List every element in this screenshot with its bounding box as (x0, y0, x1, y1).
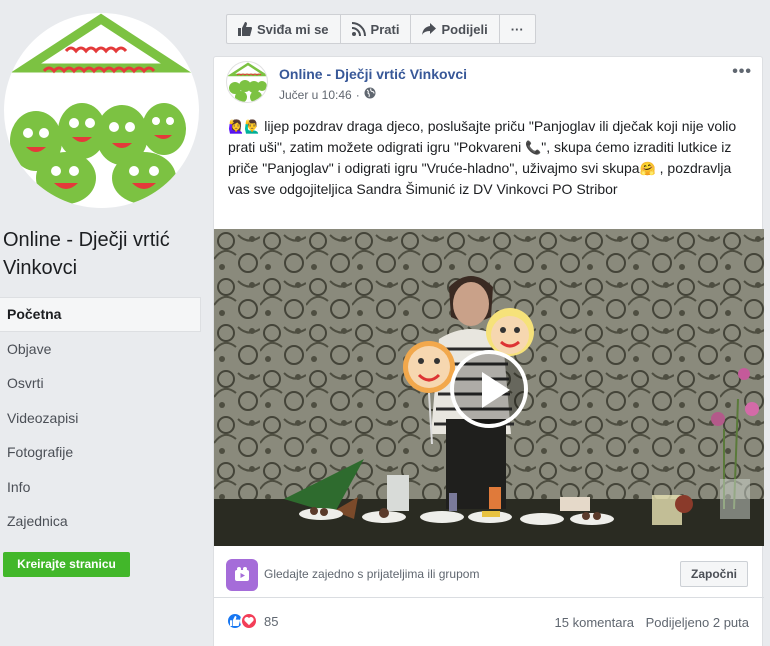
page-action-bar: Sviđa mi se Prati Podijeli ··· (226, 14, 536, 44)
nav-item-community[interactable]: Zajednica (0, 504, 201, 539)
phone-emoji-icon: 📞 (525, 140, 542, 155)
share-arrow-icon (422, 22, 437, 36)
share-button[interactable]: Podijeli (411, 15, 500, 43)
comments-count-link[interactable]: 15 komentara (555, 615, 635, 630)
post-timestamp[interactable]: Jučer u 10:46 (279, 88, 352, 102)
post-meta: Jučer u 10:46 · (279, 87, 376, 102)
thumbs-up-icon (238, 22, 252, 36)
video-player[interactable] (214, 229, 764, 546)
kindergarten-logo-icon (227, 62, 267, 102)
play-button-icon[interactable] (450, 350, 528, 428)
nav-item-about[interactable]: Info (0, 470, 201, 505)
more-dots-icon: ··· (510, 21, 524, 37)
reaction-count: 85 (264, 613, 279, 629)
post-more-icon[interactable]: ••• (732, 63, 752, 81)
post-page-avatar[interactable] (226, 61, 268, 103)
hug-emoji-icon: 🤗 (639, 161, 656, 176)
watch-party-text: Gledajte zajedno s prijateljima ili grup… (264, 567, 480, 581)
like-page-button[interactable]: Sviđa mi se (227, 15, 341, 43)
page-avatar[interactable] (4, 13, 199, 208)
post-text: 🙋‍♀️🙋‍♂️ lijep pozdrav draga djeco, posl… (228, 116, 753, 199)
nav-item-reviews[interactable]: Osvrti (0, 366, 201, 401)
post-page-name[interactable]: Online - Dječji vrtić Vinkovci (279, 66, 467, 82)
wave-emoji-icon: 🙋‍♀️🙋‍♂️ (228, 119, 261, 134)
reaction-summary[interactable]: 85 (226, 612, 278, 630)
watch-party-row: Gledajte zajedno s prijateljima ili grup… (214, 546, 764, 598)
page-nav: Početna Objave Osvrti Videozapisi Fotogr… (0, 297, 201, 539)
love-reaction-icon (240, 612, 258, 630)
kindergarten-logo-icon (10, 13, 192, 204)
nav-item-videos[interactable]: Videozapisi (0, 401, 201, 436)
post-card: Online - Dječji vrtić Vinkovci Jučer u 1… (213, 56, 764, 646)
follow-label: Prati (370, 21, 400, 37)
nav-item-home[interactable]: Početna (0, 297, 201, 332)
page-title: Online - Dječji vrtić Vinkovci (3, 229, 170, 279)
shares-count-link[interactable]: Podijeljeno 2 puta (646, 615, 749, 630)
post-stats: 15 komentara Podijeljeno 2 puta (547, 615, 749, 630)
globe-icon[interactable] (364, 87, 376, 102)
start-watch-party-button[interactable]: Započni (679, 561, 748, 587)
create-page-button[interactable]: Kreirajte stranicu (3, 552, 130, 577)
like-page-label: Sviđa mi se (257, 21, 329, 37)
nav-item-photos[interactable]: Fotografije (0, 435, 201, 470)
watch-party-icon (226, 559, 258, 591)
rss-icon (351, 22, 366, 36)
follow-button[interactable]: Prati (341, 15, 412, 43)
more-options-button[interactable]: ··· (500, 15, 535, 43)
nav-item-posts[interactable]: Objave (0, 332, 201, 367)
left-sidebar: Online - Dječji vrtić Vinkovci Početna O… (0, 0, 212, 646)
meta-separator: · (355, 87, 360, 102)
share-label: Podijeli (441, 21, 488, 37)
